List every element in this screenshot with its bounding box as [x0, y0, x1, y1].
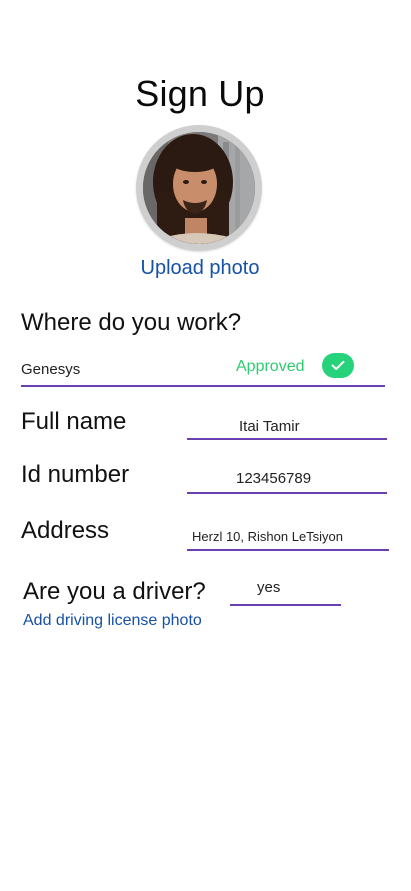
work-input-underline — [21, 385, 385, 387]
avatar[interactable] — [143, 132, 255, 244]
work-question-label: Where do you work? — [21, 309, 242, 336]
work-input-value[interactable]: Genesys — [21, 361, 80, 378]
address-underline — [187, 549, 389, 551]
full-name-label: Full name — [21, 408, 127, 435]
address-input[interactable]: Herzl 10, Rishon LeTsiyon — [192, 529, 343, 544]
approved-check-icon — [322, 353, 354, 378]
id-number-underline — [187, 492, 387, 494]
profile-photo — [143, 132, 255, 244]
approved-status: Approved — [236, 358, 305, 375]
address-label: Address — [21, 517, 110, 544]
driver-question-label: Are you a driver? — [23, 578, 206, 605]
page-title: Sign Up — [135, 73, 265, 114]
driver-input[interactable]: yes — [257, 579, 280, 596]
upload-photo-link[interactable]: Upload photo — [0, 257, 400, 280]
id-number-input[interactable]: 123456789 — [236, 470, 311, 487]
id-number-label: Id number — [21, 461, 130, 488]
full-name-underline — [187, 438, 387, 440]
add-license-photo-link[interactable]: Add driving license photo — [23, 612, 202, 630]
driver-underline — [230, 604, 341, 606]
full-name-input[interactable]: Itai Tamir — [239, 418, 300, 435]
